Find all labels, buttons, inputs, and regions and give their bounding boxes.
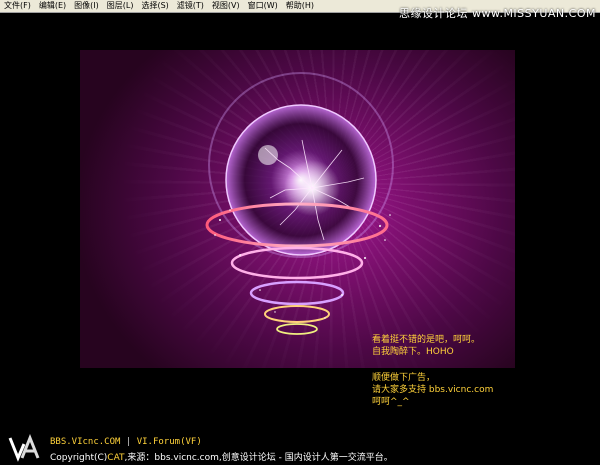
- va-logo-icon: [8, 434, 40, 462]
- ring-4: [264, 305, 330, 323]
- watermark-text: 思缘设计论坛 www.MISSYUAN.COM: [398, 7, 596, 20]
- menu-image[interactable]: 图像(I): [70, 0, 103, 12]
- menu-view[interactable]: 视图(V): [208, 0, 244, 12]
- ring-5: [276, 323, 318, 335]
- note-block-1: 看着挺不错的是吧，呵呵。 自我陶醉下。HOHO: [372, 334, 480, 358]
- note-line: 呵呵^_^: [372, 397, 410, 407]
- copyright-prefix: Copyright(C): [50, 453, 108, 463]
- menu-select[interactable]: 选择(S): [137, 0, 172, 12]
- note-line: 看着挺不错的是吧，呵呵。: [372, 335, 481, 345]
- menu-help[interactable]: 帮助(H): [282, 0, 318, 12]
- note-line: 自我陶醉下。HOHO: [372, 347, 454, 357]
- menu-layer[interactable]: 图层(L): [103, 0, 138, 12]
- note-line: 请大家多支持 bbs.vicnc.com: [372, 385, 494, 395]
- footer-copyright: Copyright(C)CAT,来源：bbs.vicnc.com,创意设计论坛 …: [50, 450, 393, 463]
- footer-bbs-link[interactable]: BBS.VIcnc.COM: [50, 437, 120, 447]
- menu-file[interactable]: 文件(F): [0, 0, 35, 12]
- orb-highlight: [258, 145, 278, 165]
- artwork-canvas: [80, 50, 515, 368]
- ring-3: [249, 280, 345, 306]
- menu-filter[interactable]: 滤镜(T): [173, 0, 208, 12]
- menu-edit[interactable]: 编辑(E): [35, 0, 70, 12]
- footer-forum-link[interactable]: VI.Forum(VF): [137, 437, 202, 447]
- copyright-cat: CAT: [107, 453, 125, 463]
- footer-separator: |: [120, 437, 137, 447]
- copyright-rest: ,来源：bbs.vicnc.com,创意设计论坛 - 国内设计人第一交流平台。: [124, 453, 393, 463]
- note-line: 顺便做下广告，: [372, 373, 436, 383]
- note-block-2: 顺便做下广告， 请大家多支持 bbs.vicnc.com 呵呵^_^: [372, 372, 493, 408]
- menu-window[interactable]: 窗口(W): [244, 0, 282, 12]
- glass-orb-artwork: [205, 72, 394, 335]
- footer-site-line: BBS.VIcnc.COM | VI.Forum(VF): [50, 437, 202, 447]
